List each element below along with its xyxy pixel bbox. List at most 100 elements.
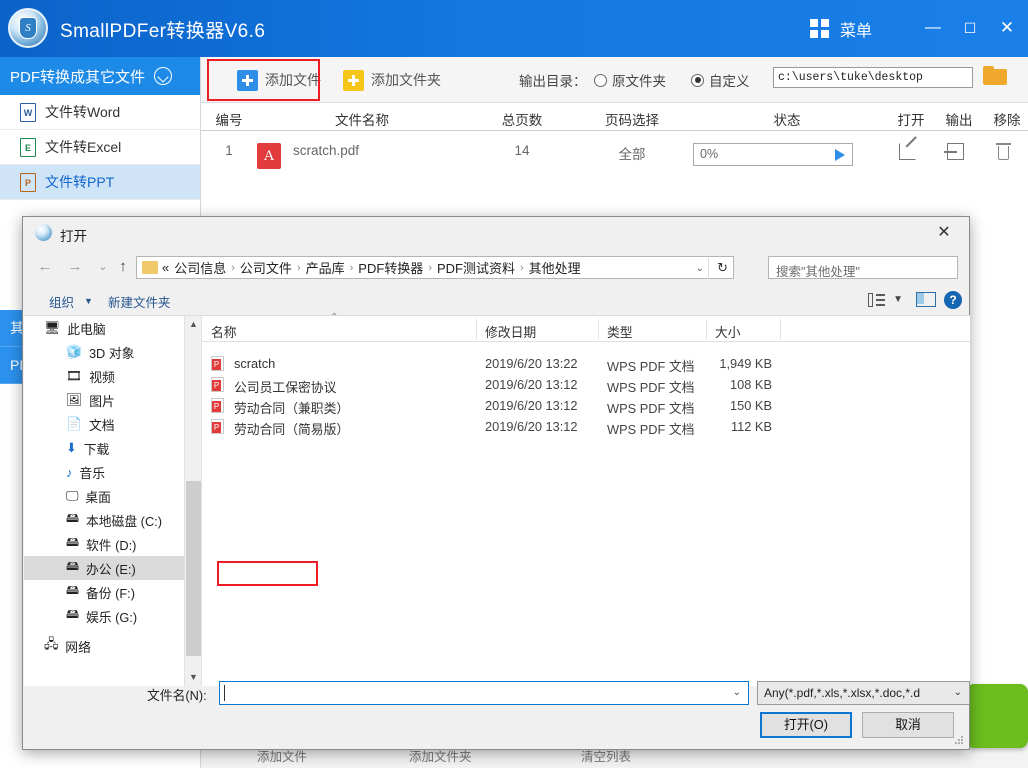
recent-locations-icon[interactable]: ⌄ xyxy=(93,258,113,276)
row-page-select[interactable]: 全部 xyxy=(577,143,687,163)
browse-folder-icon[interactable] xyxy=(983,66,1007,86)
file-column-date[interactable]: 修改日期 xyxy=(485,322,536,341)
add-folder-icon xyxy=(343,69,364,91)
file-column-size[interactable]: 大小 xyxy=(715,322,741,341)
start-convert-button[interactable] xyxy=(966,684,1028,748)
nav-item-drive-g[interactable]: 🖴 娱乐 (G:) xyxy=(24,604,201,628)
add-folder-button[interactable]: 添加文件夹 xyxy=(333,63,451,97)
delete-icon[interactable] xyxy=(995,143,1012,160)
dialog-close-button[interactable]: ✕ xyxy=(929,222,959,244)
nav-item-downloads[interactable]: ⬇ 下载 xyxy=(24,436,201,460)
breadcrumb-item-5[interactable]: 其他处理 xyxy=(529,258,581,277)
nav-item-label: 视频 xyxy=(89,369,115,385)
nav-item-documents[interactable]: 📄 文档 xyxy=(24,412,201,436)
file-column-name[interactable]: 名称 xyxy=(211,322,237,341)
minimize-button[interactable]: — xyxy=(916,12,950,44)
file-list-item[interactable]: 公司员工保密协议 2019/6/20 13:12 WPS PDF 文档 108 … xyxy=(202,374,970,395)
scroll-down-icon[interactable]: ▼ xyxy=(185,669,202,686)
pdf-file-icon xyxy=(211,419,224,434)
maximize-button[interactable]: ☐ xyxy=(953,12,987,44)
pdf-file-icon xyxy=(211,356,224,371)
nav-item-network[interactable]: 🖧 网络 xyxy=(24,634,201,658)
breadcrumb-item-1[interactable]: 公司文件 xyxy=(240,258,292,277)
breadcrumb-item-0[interactable]: 公司信息 xyxy=(174,258,226,277)
filetype-select[interactable]: Any(*.pdf,*.xls,*.xlsx,*.doc,*.d ⌄ xyxy=(757,681,970,705)
add-file-button[interactable]: 添加文件 xyxy=(227,63,331,97)
search-input[interactable]: 搜索"其他处理" xyxy=(768,256,958,279)
filename-input[interactable]: ⌄ xyxy=(219,681,749,705)
sidebar-item-to-ppt[interactable]: P 文件转PPT xyxy=(0,165,200,200)
nav-item-drive-c[interactable]: 🖴 本地磁盘 (C:) xyxy=(24,508,201,532)
breadcrumb[interactable]: « › 公司信息 › 公司文件 › 产品库 › PDF转换器 › PDF测试资料… xyxy=(136,256,734,279)
new-folder-button[interactable]: 新建文件夹 xyxy=(108,292,171,311)
nav-item-desktop[interactable]: 🖵 桌面 xyxy=(24,484,201,508)
file-list-header: 名称 ⌃ 修改日期 类型 大小 xyxy=(202,312,970,342)
chevron-down-icon[interactable]: ⌄ xyxy=(696,263,704,274)
app-logo-shield-icon: S xyxy=(19,17,37,39)
resize-grip[interactable] xyxy=(955,736,964,745)
output-path-input[interactable]: c:\users\tuke\desktop xyxy=(773,67,973,88)
sidebar-item-label: 文件转Word xyxy=(45,104,121,120)
word-doc-icon: W xyxy=(20,102,36,122)
menu-grid-icon[interactable] xyxy=(810,19,829,38)
back-icon[interactable]: ← xyxy=(35,258,55,276)
radio-custom-folder[interactable]: 自定义 xyxy=(691,70,750,90)
app-title: SmallPDFer转换器V6.6 xyxy=(60,21,266,42)
computer-icon: 🖥 xyxy=(44,320,61,335)
chevron-down-icon[interactable]: ▼ xyxy=(893,294,903,305)
close-button[interactable]: ✕ xyxy=(990,12,1024,44)
nav-item-pictures[interactable]: 🖼 图片 xyxy=(24,388,201,412)
sidebar-item-to-excel[interactable]: E 文件转Excel xyxy=(0,130,200,165)
sidebar-header[interactable]: PDF转换成其它文件 xyxy=(0,57,200,95)
dialog-file-pane: 名称 ⌃ 修改日期 类型 大小 scratch 2019/6/20 13:22 … xyxy=(202,312,970,686)
cancel-button[interactable]: 取消 xyxy=(862,712,954,738)
open-output-icon[interactable] xyxy=(944,143,964,160)
up-icon[interactable]: ↑ xyxy=(113,258,133,276)
nav-item-this-pc[interactable]: 🖥 此电脑 xyxy=(24,316,201,340)
ppt-doc-icon: P xyxy=(20,172,36,192)
nav-item-videos[interactable]: 🎞 视频 xyxy=(24,364,201,388)
nav-item-music[interactable]: ♪ 音乐 xyxy=(24,460,201,484)
forward-icon[interactable]: → xyxy=(65,258,85,276)
chevron-down-icon[interactable]: ▼ xyxy=(84,296,93,306)
play-icon[interactable] xyxy=(835,149,845,161)
chevron-down-icon[interactable]: ⌄ xyxy=(733,687,741,698)
scrollbar-thumb[interactable] xyxy=(186,481,201,656)
nav-item-drive-d[interactable]: 🖴 软件 (D:) xyxy=(24,532,201,556)
output-dir-label: 输出目录： xyxy=(519,74,587,89)
breadcrumb-item-2[interactable]: 产品库 xyxy=(306,258,345,277)
radio-original-folder[interactable]: 原文件夹 xyxy=(594,70,666,90)
sidebar-item-to-word[interactable]: W 文件转Word xyxy=(0,95,200,130)
nav-pane-scrollbar[interactable]: ▲ ▼ xyxy=(184,316,201,686)
table-row[interactable]: 1 A scratch.pdf 14 全部 0% xyxy=(201,131,1028,169)
refresh-icon[interactable]: ↻ xyxy=(717,260,728,276)
column-header-status: 状态 xyxy=(773,113,801,128)
chevron-down-icon[interactable]: ⌄ xyxy=(954,687,962,698)
nav-item-drive-f[interactable]: 🖴 备份 (F:) xyxy=(24,580,201,604)
file-column-type[interactable]: 类型 xyxy=(607,322,633,341)
file-list-item[interactable]: scratch 2019/6/20 13:22 WPS PDF 文档 1,949… xyxy=(202,353,970,374)
nav-item-drive-e[interactable]: 🖴 办公 (E:) xyxy=(24,556,201,580)
dialog-navigation-pane: 🖥 此电脑 🧊 3D 对象 🎞 视频 🖼 图片 📄 文档 ⬇ 下载 ♪ 音乐 🖵 桌面 🖴 本地磁… xyxy=(24,316,202,686)
breadcrumb-item-4[interactable]: PDF测试资料 xyxy=(437,258,515,277)
nav-item-3d-objects[interactable]: 🧊 3D 对象 xyxy=(24,340,201,364)
help-icon[interactable]: ? xyxy=(944,291,962,309)
music-icon: ♪ xyxy=(66,464,73,480)
column-header-pages: 总页数 xyxy=(501,113,543,128)
downloads-icon: ⬇ xyxy=(66,440,77,455)
file-list-item[interactable]: 劳动合同（简易版） 2019/6/20 13:12 WPS PDF 文档 112… xyxy=(202,416,970,437)
organize-button[interactable]: 组织 xyxy=(49,292,74,311)
column-header-no: 编号 xyxy=(215,113,243,128)
file-date: 2019/6/20 13:12 xyxy=(485,398,578,413)
file-list-item[interactable]: 劳动合同（兼职类） 2019/6/20 13:12 WPS PDF 文档 150… xyxy=(202,395,970,416)
breadcrumb-item-3[interactable]: PDF转换器 xyxy=(358,258,423,277)
chevron-down-icon[interactable] xyxy=(154,67,172,85)
column-header-page-select: 页码选择 xyxy=(605,113,659,128)
open-button[interactable]: 打开(O) xyxy=(760,712,852,738)
view-mode-icon[interactable] xyxy=(868,292,885,308)
preview-pane-icon[interactable] xyxy=(916,292,936,307)
pdf-file-icon xyxy=(211,377,224,392)
menu-button[interactable]: 菜单 xyxy=(840,17,872,41)
open-file-icon[interactable] xyxy=(899,143,916,160)
scroll-up-icon[interactable]: ▲ xyxy=(185,316,202,333)
